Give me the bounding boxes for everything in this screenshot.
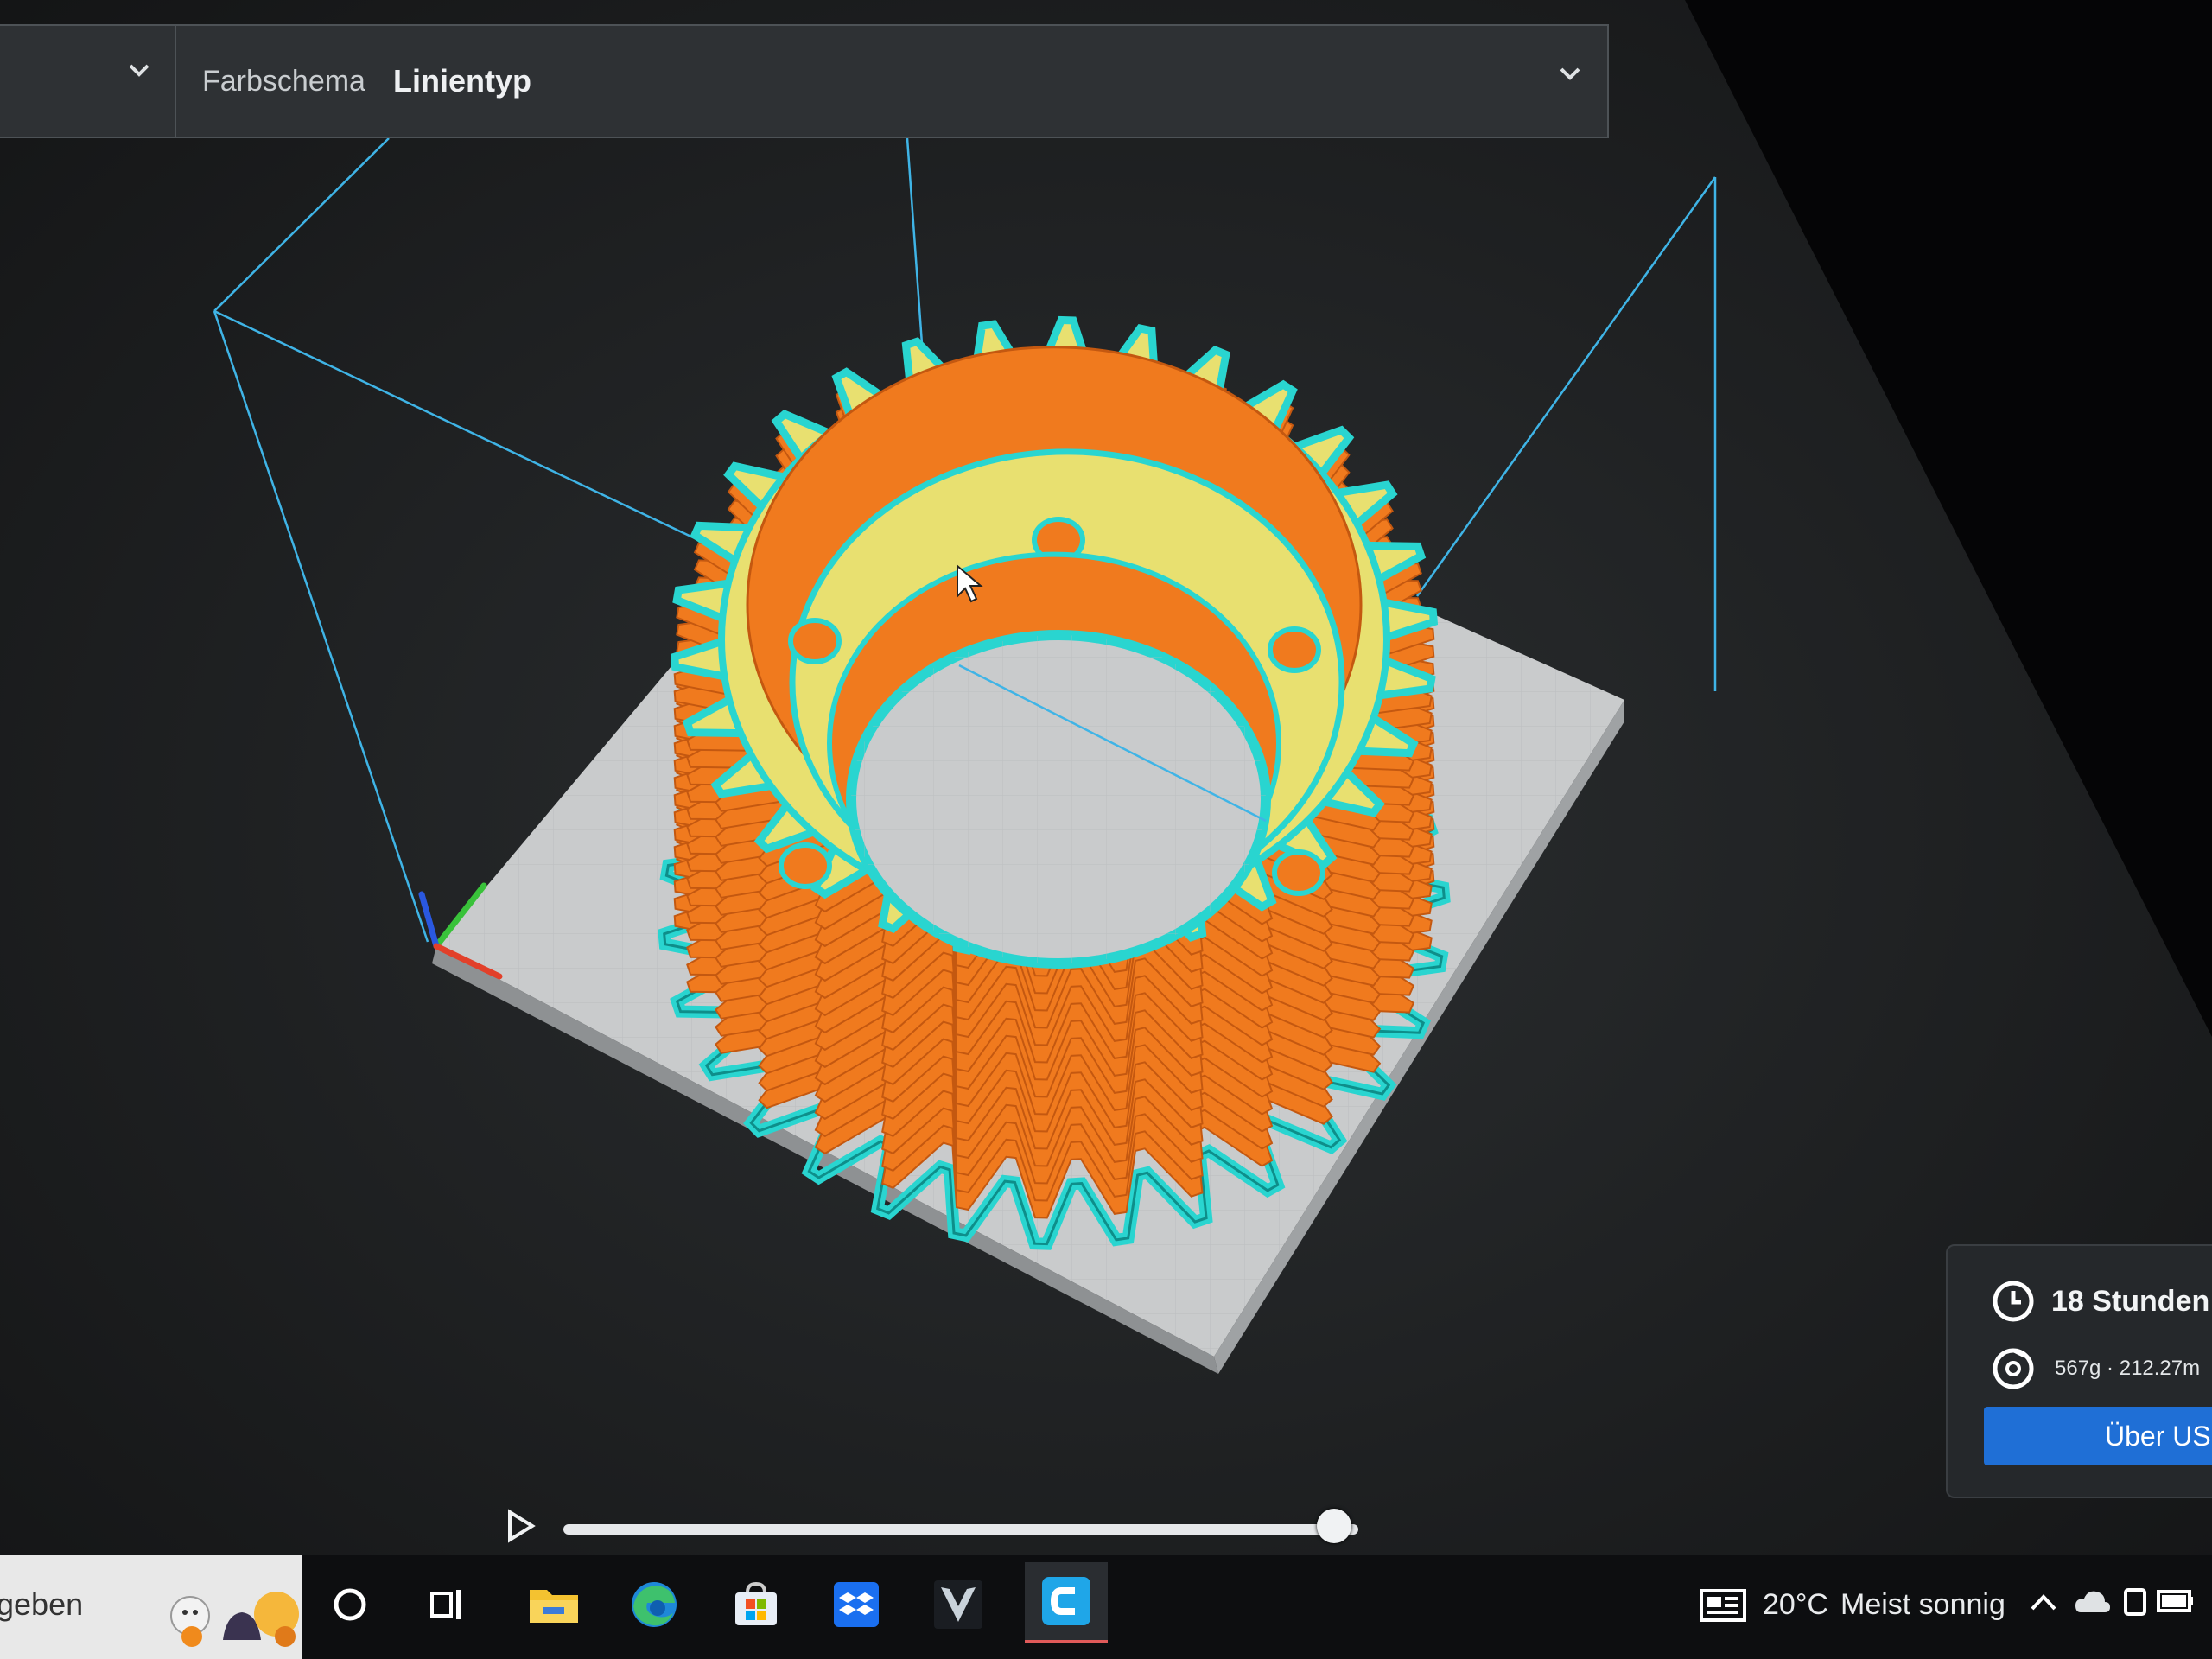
- play-icon[interactable]: [501, 1507, 539, 1545]
- gear-bore-grid: [851, 635, 1266, 963]
- clock-icon: [1993, 1281, 2034, 1322]
- layer-slider-track[interactable]: [563, 1524, 1358, 1535]
- print-info-panel: 18 Stunden 1 567g · 212.27m Über USB: [1946, 1244, 2212, 1498]
- bolt-hole: [1272, 849, 1325, 896]
- dropbox-icon[interactable]: [826, 1574, 887, 1635]
- edge-browser-icon[interactable]: [624, 1574, 684, 1635]
- weather-temperature[interactable]: 20°C: [1763, 1588, 1828, 1622]
- microsoft-store-icon[interactable]: [726, 1574, 786, 1635]
- taskbar-search-box[interactable]: geben: [0, 1555, 302, 1659]
- device-icon[interactable]: [2122, 1585, 2148, 1619]
- layer-slider-handle[interactable]: [1317, 1509, 1352, 1543]
- search-placeholder: geben: [0, 1586, 84, 1622]
- color-scheme-dropdown[interactable]: Linientyp: [393, 63, 531, 99]
- cortana-icon[interactable]: [320, 1574, 380, 1635]
- color-scheme-label: Farbschema: [202, 64, 365, 98]
- chevron-down-icon: [129, 64, 149, 77]
- news-weather-icon[interactable]: [1699, 1588, 1747, 1623]
- windows-taskbar: geben 20°C Meist sonnig: [0, 1555, 2212, 1659]
- ultimaker-cura-icon[interactable]: [1025, 1562, 1108, 1643]
- battery-icon[interactable]: [2157, 1586, 2195, 1616]
- print-via-usb-button[interactable]: Über USB: [1984, 1407, 2212, 1465]
- material-usage: 567g · 212.27m: [2055, 1357, 2201, 1380]
- view-type-dropdown[interactable]: [0, 26, 176, 137]
- print-duration: 18 Stunden 1: [2051, 1284, 2212, 1318]
- layer-slider[interactable]: [501, 1503, 1382, 1555]
- bolt-hole: [1268, 626, 1321, 673]
- onedrive-cloud-icon[interactable]: [2074, 1586, 2112, 1618]
- file-explorer-icon[interactable]: [524, 1574, 584, 1635]
- bolt-hole: [788, 618, 842, 664]
- halloween-search-art-icon: [170, 1592, 299, 1647]
- bolt-hole: [779, 842, 832, 889]
- 3d-viewport[interactable]: [0, 0, 2212, 1659]
- task-view-icon[interactable]: [418, 1574, 479, 1635]
- weather-description[interactable]: Meist sonnig: [1840, 1588, 2005, 1622]
- predator-sense-icon[interactable]: [928, 1574, 988, 1635]
- chevron-down-icon[interactable]: [1559, 66, 1581, 81]
- chevron-up-icon[interactable]: [2029, 1592, 2058, 1612]
- filament-spool-icon: [1993, 1348, 2034, 1389]
- color-scheme-bar: Farbschema Linientyp: [0, 24, 1609, 138]
